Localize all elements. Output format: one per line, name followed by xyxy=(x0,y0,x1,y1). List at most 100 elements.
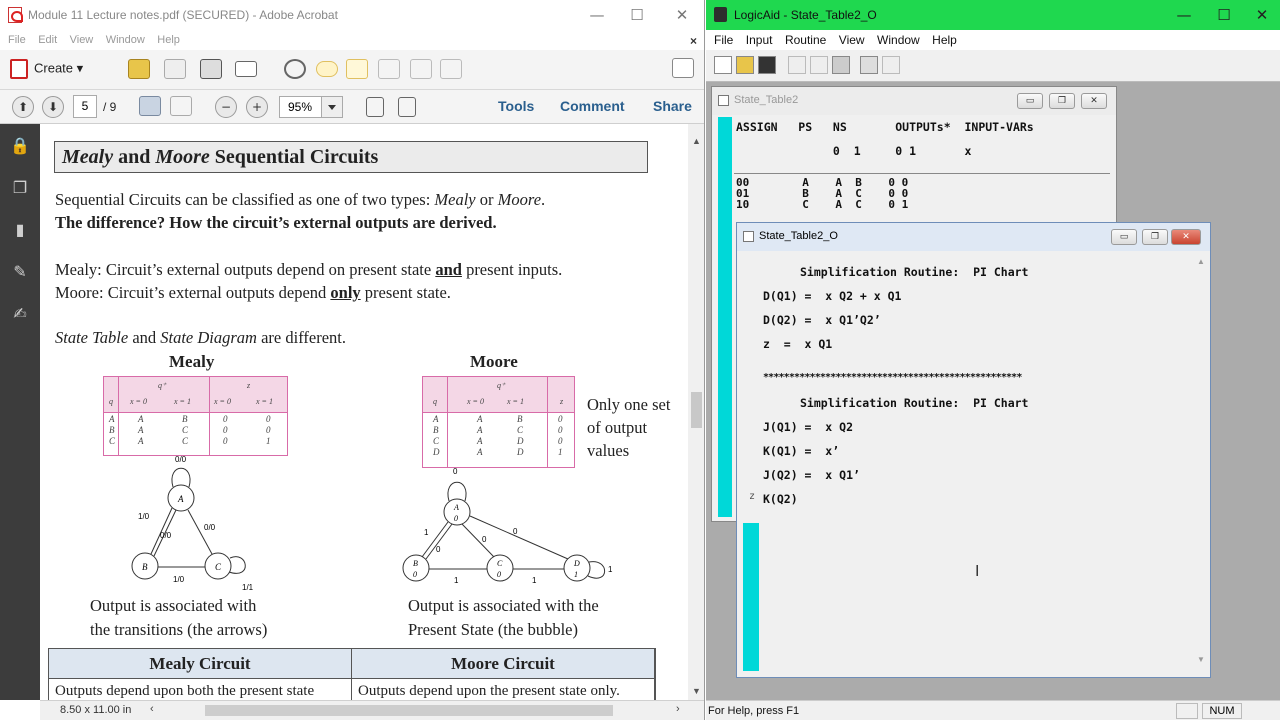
separator-line: ****************************************… xyxy=(763,372,1022,383)
scrollbar-thumb[interactable] xyxy=(691,392,702,428)
close-button[interactable]: ✕ xyxy=(1081,93,1107,109)
fit-width-icon[interactable] xyxy=(398,97,416,117)
menu-input[interactable]: Input xyxy=(746,33,773,47)
intro-end: . xyxy=(541,190,546,209)
close-button[interactable]: ✕ xyxy=(662,4,702,26)
minimize-button[interactable]: ▭ xyxy=(1017,93,1043,109)
only-one-line-3: values xyxy=(587,441,630,460)
menu-help[interactable]: Help xyxy=(157,34,180,46)
next-page-icon[interactable]: ⬇ xyxy=(42,96,64,118)
close-document-button[interactable]: × xyxy=(690,34,697,48)
print-icon[interactable] xyxy=(860,56,878,74)
menu-file[interactable]: File xyxy=(8,34,26,46)
select-tool-icon[interactable] xyxy=(139,96,161,116)
mealy-def-and: and xyxy=(435,260,462,279)
minimize-button[interactable]: ▭ xyxy=(1111,229,1137,245)
create-button[interactable]: Create ▾ xyxy=(10,59,83,79)
mealy-head-qplus: q⁺ xyxy=(158,381,167,390)
restore-button[interactable]: ❐ xyxy=(1049,93,1075,109)
vertical-scrollbar[interactable]: ▲ ▼ xyxy=(688,124,704,700)
logicaid-menu-bar: File Input Routine View Window Help xyxy=(706,30,1280,50)
zoom-select[interactable]: 95% xyxy=(279,96,343,118)
close-button[interactable]: ✕ xyxy=(1171,229,1201,245)
lock-icon[interactable]: 🔒 xyxy=(10,136,30,156)
restore-button[interactable]: ❐ xyxy=(1142,229,1168,245)
state-table2-title: State_Table2 xyxy=(734,94,799,106)
mealy-table-header xyxy=(104,377,287,413)
scroll-left-icon[interactable]: ‹ xyxy=(150,703,154,715)
attachment-icon[interactable]: ✎ xyxy=(10,262,30,282)
note-and: and xyxy=(128,328,161,347)
cyan-margin xyxy=(718,117,732,517)
open-folder-icon[interactable] xyxy=(128,59,150,79)
print-icon[interactable] xyxy=(200,59,222,79)
signature-icon[interactable]: ✍ xyxy=(10,304,30,324)
equation-line: K(Q1) = x’ xyxy=(763,444,840,458)
minimize-button[interactable]: — xyxy=(1164,4,1204,26)
comment-bubble-icon[interactable] xyxy=(316,61,338,77)
moore-state-d-out: 1 xyxy=(574,570,578,579)
state-table2-o-window[interactable]: State_Table2_O ▭ ❐ ✕ z Simplification Ro… xyxy=(736,222,1211,678)
heading-mealy: Mealy xyxy=(62,146,114,168)
attach-icon[interactable] xyxy=(410,59,432,79)
highlight-icon[interactable] xyxy=(346,59,368,79)
maximize-button[interactable]: ☐ xyxy=(617,4,657,26)
hand-tool-icon[interactable] xyxy=(170,96,192,116)
bookmark-icon[interactable]: ▮ xyxy=(10,220,30,240)
moore-def-only: only xyxy=(330,283,361,302)
state-table-cell: A xyxy=(138,436,144,446)
create-pdf-icon xyxy=(10,59,28,79)
cut-icon[interactable] xyxy=(788,56,806,74)
heading-and: and xyxy=(113,146,156,168)
moore-edge-label-4: 0 xyxy=(482,535,487,544)
menu-view[interactable]: View xyxy=(70,34,94,46)
page-number-input[interactable]: 5 xyxy=(73,95,97,118)
maximize-button[interactable]: ☐ xyxy=(1204,4,1244,26)
email-icon[interactable] xyxy=(235,61,257,77)
previous-page-icon[interactable]: ⬆ xyxy=(12,96,34,118)
comment-tab[interactable]: Comment xyxy=(560,98,625,114)
copy-icon[interactable] xyxy=(810,56,828,74)
share-tab[interactable]: Share xyxy=(653,98,692,114)
acrobat-toolbar: Create ▾ xyxy=(0,50,704,90)
save-icon[interactable] xyxy=(164,59,186,79)
navigation-pane: 🔒 ❐ ▮ ✎ ✍ xyxy=(0,124,40,700)
moore-head-q: q xyxy=(433,397,437,406)
scroll-up-icon[interactable]: ▲ xyxy=(692,136,701,146)
close-button[interactable]: ✕ xyxy=(1242,4,1280,26)
moore-def-text: Moore: Circuit’s external outputs depend xyxy=(55,283,331,302)
minimize-button[interactable]: — xyxy=(577,4,617,26)
settings-gear-icon[interactable] xyxy=(284,59,306,79)
zoom-out-icon[interactable]: − xyxy=(215,96,237,118)
menu-edit[interactable]: Edit xyxy=(38,34,57,46)
help-icon[interactable] xyxy=(882,56,900,74)
expand-icon[interactable] xyxy=(672,58,694,78)
zoom-in-icon[interactable]: + xyxy=(246,96,268,118)
menu-file[interactable]: File xyxy=(714,33,733,47)
scroll-up-icon[interactable]: ▲ xyxy=(1197,257,1205,266)
scroll-down-icon[interactable]: ▼ xyxy=(1197,655,1205,664)
stamp-icon[interactable] xyxy=(378,59,400,79)
fit-page-icon[interactable] xyxy=(366,97,384,117)
menu-window[interactable]: Window xyxy=(877,33,920,47)
tools-tab[interactable]: Tools xyxy=(498,98,534,114)
page-thumbnails-icon[interactable]: ❐ xyxy=(10,178,30,198)
scroll-down-icon[interactable]: ▼ xyxy=(692,686,701,696)
state-table-note: State Table and State Diagram are differ… xyxy=(55,328,346,348)
menu-help[interactable]: Help xyxy=(932,33,957,47)
paste-icon[interactable] xyxy=(832,56,850,74)
menu-window[interactable]: Window xyxy=(106,34,145,46)
export-icon[interactable] xyxy=(440,59,462,79)
state-table-cell: 0 xyxy=(223,436,228,446)
create-label: Create xyxy=(34,60,74,76)
scroll-right-icon[interactable]: › xyxy=(676,703,680,715)
mealy-state-table: q q⁺ z x = 0 x = 1 x = 0 x = 1 AAB00BAC0… xyxy=(103,376,288,456)
save-icon[interactable] xyxy=(758,56,776,74)
horizontal-scrollbar-thumb[interactable] xyxy=(205,705,613,716)
only-one-line-2: of output xyxy=(587,418,648,437)
new-file-icon[interactable] xyxy=(714,56,732,74)
open-folder-icon[interactable] xyxy=(736,56,754,74)
menu-view[interactable]: View xyxy=(839,33,865,47)
menu-routine[interactable]: Routine xyxy=(785,33,826,47)
state-table-cell: 1 xyxy=(558,447,563,457)
